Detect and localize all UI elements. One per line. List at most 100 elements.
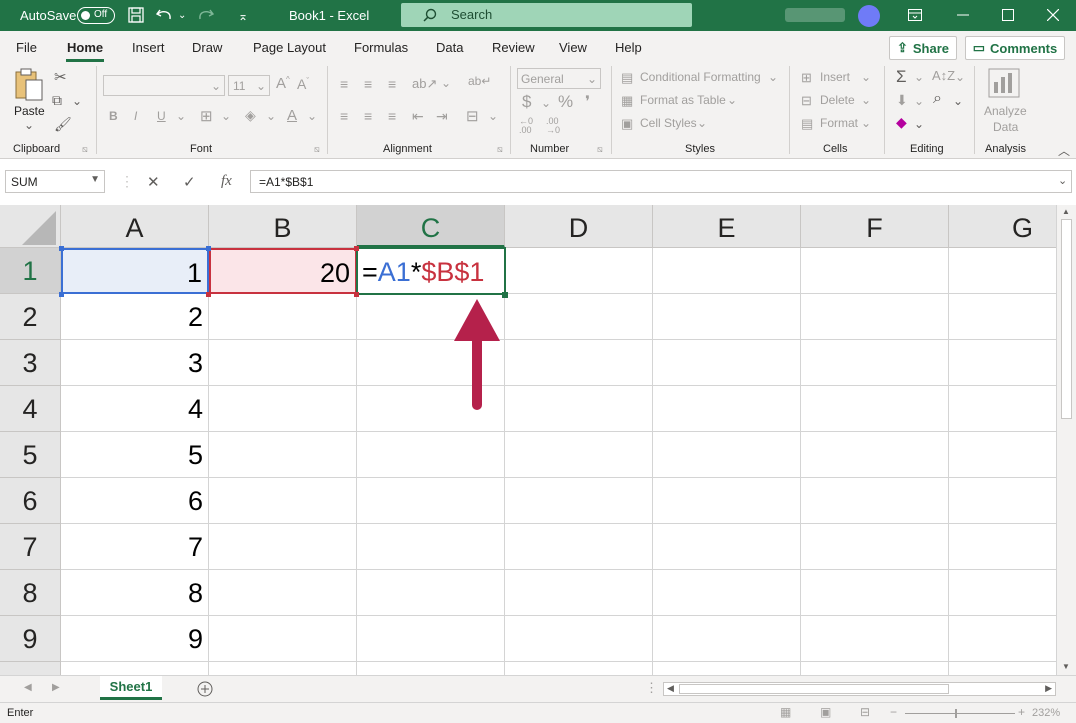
conditional-formatting-button[interactable]: Conditional Formatting <box>640 70 761 84</box>
shrink-font-icon[interactable]: Aˇ <box>297 76 309 92</box>
tab-data[interactable]: Data <box>436 40 463 55</box>
bold-button[interactable]: B <box>109 109 118 123</box>
tab-review[interactable]: Review <box>492 40 535 55</box>
insert-dropdown-icon[interactable]: ⌄ <box>861 70 871 84</box>
analyze-label[interactable]: Analyze <box>984 104 1027 118</box>
close-icon[interactable] <box>1047 9 1059 21</box>
grow-font-icon[interactable]: A^ <box>276 75 290 92</box>
tab-split-icon[interactable]: ⋮ <box>645 680 658 696</box>
column-header-b[interactable]: B <box>209 205 357 248</box>
copy-icon[interactable]: ⧉ <box>52 92 62 109</box>
align-right-icon[interactable]: ≡ <box>388 108 396 124</box>
comments-button[interactable]: ▭ Comments <box>965 36 1065 60</box>
search-box[interactable]: Search <box>401 3 692 27</box>
align-middle-icon[interactable]: ≡ <box>364 76 372 92</box>
horizontal-scrollbar[interactable]: ◀ ▶ <box>663 682 1056 696</box>
fill-color-icon[interactable]: ◈ <box>245 107 256 124</box>
page-layout-view-icon[interactable]: ▣ <box>820 705 831 719</box>
increase-indent-icon[interactable]: ⇥ <box>436 108 448 125</box>
cell-a7[interactable]: 7 <box>61 524 209 570</box>
delete-dropdown-icon[interactable]: ⌄ <box>861 93 871 107</box>
analyze-data-icon[interactable] <box>988 68 1020 98</box>
cell-a5[interactable]: 5 <box>61 432 209 478</box>
cell-a1[interactable]: 1 <box>61 248 209 294</box>
expand-formula-bar-icon[interactable]: ⌄ <box>1058 174 1067 187</box>
scroll-left-icon[interactable]: ◀ <box>667 683 674 694</box>
vertical-scrollbar[interactable]: ▲ ▼ <box>1056 205 1076 675</box>
italic-button[interactable]: I <box>134 109 137 123</box>
row-header-5[interactable]: 5 <box>0 432 61 478</box>
normal-view-icon[interactable]: ▦ <box>780 705 791 719</box>
align-left-icon[interactable]: ≡ <box>340 108 348 124</box>
cell-b1[interactable]: 20 <box>209 248 357 294</box>
paste-dropdown-icon[interactable]: ⌄ <box>24 118 34 132</box>
row-header-1[interactable]: 1 <box>0 248 61 294</box>
tab-draw[interactable]: Draw <box>192 40 222 55</box>
fill-dropdown-icon[interactable]: ⌄ <box>914 94 924 108</box>
decrease-indent-icon[interactable]: ⇤ <box>412 108 424 125</box>
clear-dropdown-icon[interactable]: ⌄ <box>914 117 924 131</box>
comma-style-icon[interactable]: ❜ <box>585 92 590 112</box>
cell-styles-button[interactable]: Cell Styles <box>640 116 697 130</box>
zoom-in-icon[interactable]: + <box>1018 705 1025 719</box>
currency-button[interactable]: $ <box>522 92 531 112</box>
font-size-field[interactable]: 11 ⌄ <box>228 75 270 96</box>
fill-dropdown-icon[interactable]: ⌄ <box>266 109 276 123</box>
borders-icon[interactable]: ⊞ <box>200 107 213 125</box>
row-header-4[interactable]: 4 <box>0 386 61 432</box>
align-center-icon[interactable]: ≡ <box>364 108 372 124</box>
paste-label[interactable]: Paste <box>14 104 45 118</box>
analyze-data-label[interactable]: Data <box>993 120 1018 134</box>
zoom-slider[interactable] <box>905 709 1015 718</box>
tab-help[interactable]: Help <box>615 40 642 55</box>
font-size-dropdown-icon[interactable]: ⌄ <box>256 79 266 93</box>
row-header-9[interactable]: 9 <box>0 616 61 662</box>
autosave-toggle[interactable]: Off <box>77 7 115 24</box>
row-header-3[interactable]: 3 <box>0 340 61 386</box>
formula-input[interactable]: =A1*$B$1 <box>250 170 1072 193</box>
find-dropdown-icon[interactable]: ⌄ <box>953 94 963 108</box>
format-painter-icon[interactable]: 🖌 <box>54 116 72 133</box>
orientation-icon[interactable]: ab↗ <box>412 76 437 92</box>
paste-icon[interactable] <box>14 68 44 102</box>
sort-dropdown-icon[interactable]: ⌄ <box>955 70 965 84</box>
currency-dropdown-icon[interactable]: ⌄ <box>541 96 551 110</box>
font-color-dropdown-icon[interactable]: ⌄ <box>307 109 317 123</box>
new-sheet-icon[interactable] <box>197 681 213 697</box>
fill-icon[interactable]: ⬇ <box>896 92 908 109</box>
merge-center-icon[interactable]: ⊟ <box>466 107 479 125</box>
font-dropdown-icon[interactable]: ⌄ <box>211 79 221 93</box>
scroll-down-icon[interactable]: ▼ <box>1062 662 1070 671</box>
cell-a6[interactable]: 6 <box>61 478 209 524</box>
cell-c1[interactable]: =A1*$B$1 <box>356 247 506 295</box>
zoom-out-icon[interactable]: − <box>890 705 897 719</box>
font-color-icon[interactable]: A <box>287 107 297 124</box>
percent-button[interactable]: % <box>558 92 573 112</box>
row-header-2[interactable]: 2 <box>0 294 61 340</box>
clear-icon[interactable]: ◆ <box>896 114 907 131</box>
page-break-view-icon[interactable]: ⊟ <box>860 705 870 719</box>
alignment-launcher-icon[interactable]: ⧅ <box>497 144 503 155</box>
merge-dropdown-icon[interactable]: ⌄ <box>488 109 498 123</box>
undo-icon[interactable] <box>156 7 174 23</box>
ribbon-display-icon[interactable] <box>908 9 922 21</box>
cut-icon[interactable]: ✂ <box>54 68 67 86</box>
tab-formulas[interactable]: Formulas <box>354 40 408 55</box>
row-header-7[interactable]: 7 <box>0 524 61 570</box>
underline-dropdown-icon[interactable]: ⌄ <box>176 109 186 123</box>
column-header-a[interactable]: A <box>61 205 209 248</box>
name-box[interactable]: SUM ▼ <box>5 170 105 193</box>
avatar[interactable] <box>858 5 880 27</box>
font-launcher-icon[interactable]: ⧅ <box>314 144 320 155</box>
sort-filter-icon[interactable]: A↕Z <box>932 68 955 83</box>
name-box-dropdown-icon[interactable]: ▼ <box>90 174 100 185</box>
autosum-icon[interactable]: Σ <box>896 67 907 87</box>
cell-a2[interactable]: 2 <box>61 294 209 340</box>
maximize-icon[interactable] <box>1002 9 1014 21</box>
cell-a3[interactable]: 3 <box>61 340 209 386</box>
insert-cells-button[interactable]: Insert <box>820 70 850 84</box>
save-icon[interactable] <box>128 7 144 23</box>
column-header-e[interactable]: E <box>653 205 801 248</box>
select-all-button[interactable] <box>0 205 61 248</box>
format-as-table-button[interactable]: Format as Table <box>640 93 726 107</box>
